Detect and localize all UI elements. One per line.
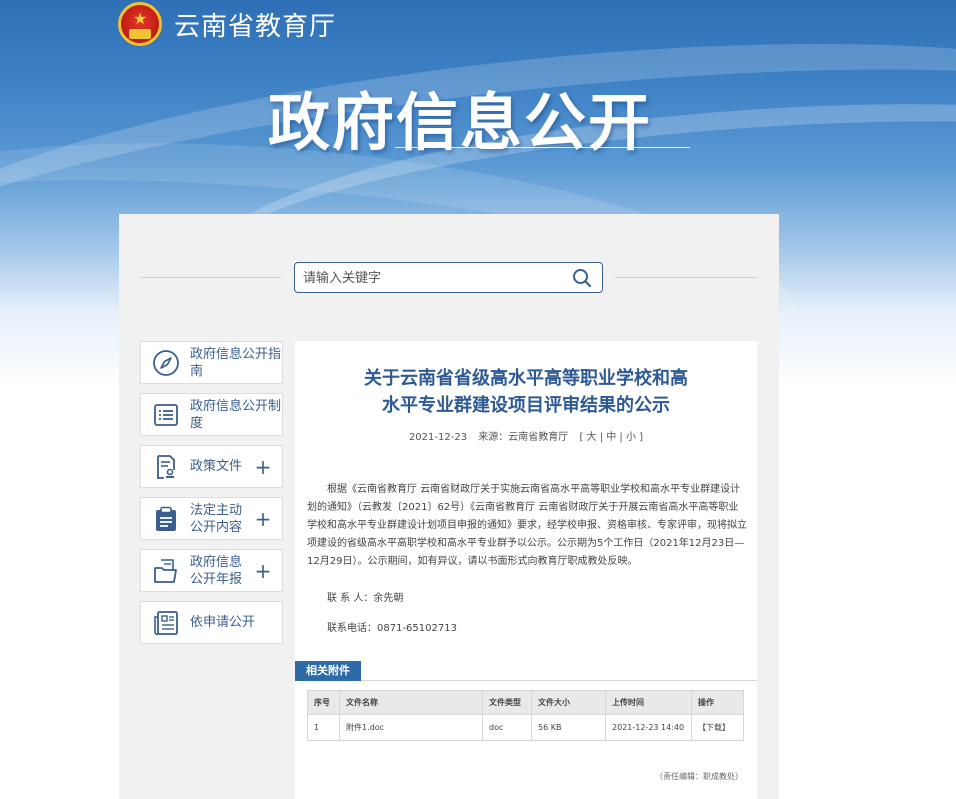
column-header: 操作 [691, 690, 744, 715]
search-box [294, 262, 603, 293]
table-cell: 56 KB [531, 714, 606, 741]
column-header: 文件大小 [531, 690, 606, 715]
table-cell: doc [482, 714, 532, 741]
site-name[interactable]: 云南省教育厅 [174, 6, 336, 43]
article-content: 关于云南省省级高水平高等职业学校和高 水平专业群建设项目评审结果的公示 2021… [295, 341, 757, 799]
table-row: 1 附件1.doc doc 56 KB 2021-12-23 14:40 【下载… [307, 714, 744, 741]
column-header: 序号 [307, 690, 340, 715]
sidebar-item-label: 政府信息公开年报 [190, 554, 243, 587]
article-body: 根据《云南省教育厅 云南省财政厅关于实施云南省高水平高等职业学校和高水平专业群建… [307, 484, 747, 567]
expand-plus-icon[interactable]: + [254, 457, 272, 477]
search-icon[interactable] [572, 268, 592, 288]
responsible-editor: （责任编辑：职成教处） [655, 772, 743, 781]
article-source: 来源：云南省教育厅 [478, 432, 569, 443]
search-input[interactable] [303, 269, 563, 287]
table-cell: 1 [307, 714, 340, 741]
sidebar-item-label: 法定主动公开内容 [190, 502, 243, 535]
contact-phone: 联系电话：0871-65102713 [327, 623, 457, 634]
sidebar-item-annual-report[interactable]: 政府信息公开年报 + [140, 549, 283, 592]
document-stamp-icon [157, 454, 175, 479]
sidebar: 政府信息公开指南 政府信息公开制度 政策文件 + 法定主动公开内容 + 政府信息… [140, 341, 283, 653]
sidebar-item-label: 政府信息公开制度 [190, 398, 282, 431]
article-date: 2021-12-23 [408, 432, 468, 443]
table-cell: 2021-12-23 14:40 [605, 714, 692, 741]
search-divider-left [141, 277, 281, 278]
sidebar-item-mandatory-disclosure[interactable]: 法定主动公开内容 + [140, 497, 283, 540]
font-size-switch[interactable]: [ 大 | 中 | 小 ] [579, 432, 643, 443]
download-link[interactable]: 【下载】 [691, 714, 744, 741]
table-header-row: 序号 文件名称 文件类型 文件大小 上传时间 操作 [307, 690, 744, 715]
column-header: 文件名称 [339, 690, 483, 715]
sidebar-item-label: 政府信息公开指南 [190, 346, 282, 379]
attachments-table: 序号 文件名称 文件类型 文件大小 上传时间 操作 1 附件1.doc doc … [307, 690, 744, 741]
column-header: 文件类型 [482, 690, 532, 715]
article-meta: 2021-12-23 来源：云南省教育厅 [ 大 | 中 | 小 ] [295, 428, 757, 443]
sidebar-item-apply-disclosure[interactable]: 依申请公开 [140, 601, 283, 644]
expand-plus-icon[interactable]: + [254, 509, 272, 529]
article-title-line: 关于云南省省级高水平高等职业学校和高 [364, 368, 688, 389]
attachment-file-name[interactable]: 附件1.doc [339, 714, 483, 741]
article-title: 关于云南省省级高水平高等职业学校和高 水平专业群建设项目评审结果的公示 [315, 365, 737, 419]
attachments-divider [361, 680, 757, 681]
attachments-tab[interactable]: 相关附件 [295, 661, 361, 681]
sidebar-item-system[interactable]: 政府信息公开制度 [140, 393, 283, 436]
clipboard-icon [156, 506, 176, 531]
list-icon [154, 403, 178, 426]
column-header: 上传时间 [605, 690, 692, 715]
newspaper-icon [154, 610, 178, 635]
folder-icon [154, 558, 177, 583]
sidebar-item-policy[interactable]: 政策文件 + [140, 445, 283, 488]
compass-icon [153, 349, 179, 376]
expand-plus-icon[interactable]: + [254, 561, 272, 581]
sidebar-item-label: 依申请公开 [190, 615, 256, 630]
article-title-line: 水平专业群建设项目评审结果的公示 [382, 395, 670, 416]
sidebar-item-guide[interactable]: 政府信息公开指南 [140, 341, 283, 384]
contact-person: 联 系 人：余先朝 [327, 593, 404, 604]
hero-title: 政府信息公开 [268, 86, 653, 159]
national-emblem-icon[interactable]: ★ [118, 2, 162, 46]
hero-underline [395, 147, 690, 148]
main-panel: 政府信息公开指南 政府信息公开制度 政策文件 [119, 214, 779, 799]
search-divider-right [615, 277, 757, 278]
sidebar-item-label: 政策文件 [190, 459, 243, 474]
